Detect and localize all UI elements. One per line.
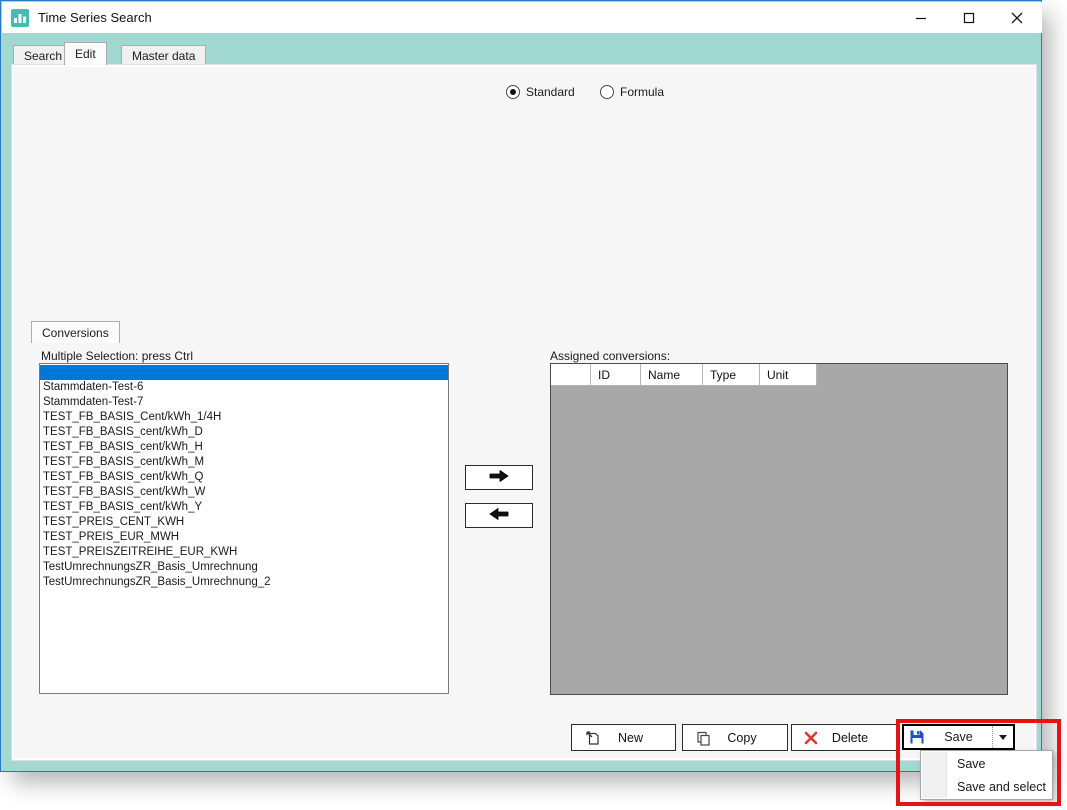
list-item[interactable]: TEST_FB_BASIS_cent/kWh_Q — [40, 470, 448, 485]
tab-edit[interactable]: Edit — [64, 42, 107, 65]
tab-edit-label: Edit — [75, 47, 96, 61]
assigned-conversions-grid[interactable]: ID Name Type Unit — [550, 363, 1008, 695]
copy-icon — [695, 730, 711, 746]
caret-down-icon — [999, 735, 1007, 740]
radio-standard-icon — [506, 85, 520, 99]
arrow-left-icon — [488, 507, 510, 524]
window-title: Time Series Search — [38, 10, 152, 25]
list-item[interactable]: TEST_PREIS_CENT_KWH — [40, 515, 448, 530]
new-document-icon — [584, 730, 600, 746]
list-item[interactable]: TEST_FB_BASIS_Cent/kWh_1/4H — [40, 410, 448, 425]
grid-header-type[interactable]: Type — [703, 364, 760, 386]
minimize-icon[interactable] — [910, 7, 932, 29]
list-item[interactable]: TEST_FB_BASIS_cent/kWh_D — [40, 425, 448, 440]
list-item[interactable]: TEST_FB_BASIS_cent/kWh_Y — [40, 500, 448, 515]
grid-header-row: ID Name Type Unit — [551, 364, 1007, 386]
save-floppy-icon — [909, 729, 925, 745]
save-dropdown-menu: Save Save and select — [920, 750, 1053, 800]
radio-formula-icon — [600, 85, 614, 99]
delete-x-icon — [804, 731, 818, 745]
delete-button[interactable]: Delete — [791, 724, 897, 751]
assigned-conversions-label: Assigned conversions: — [550, 349, 670, 363]
save-button-label: Save — [925, 730, 992, 744]
maximize-icon[interactable] — [958, 7, 980, 29]
list-item[interactable]: Stammdaten-Test-6 — [40, 380, 448, 395]
list-item[interactable]: TEST_FB_BASIS_cent/kWh_H — [40, 440, 448, 455]
list-item[interactable]: TEST_FB_BASIS_cent/kWh_W — [40, 485, 448, 500]
delete-button-label: Delete — [818, 731, 882, 745]
new-button-label: New — [600, 731, 661, 745]
grid-header-rowselector[interactable] — [551, 364, 591, 386]
list-item[interactable]: TestUmrechnungsZR_Basis_Umrechnung_2 — [40, 575, 448, 590]
grid-header-name[interactable]: Name — [641, 364, 703, 386]
multiple-selection-hint: Multiple Selection: press Ctrl — [41, 349, 193, 363]
list-item[interactable]: Stammdaten-Test-7 — [40, 395, 448, 410]
tab-search-label: Search — [24, 49, 62, 63]
app-icon — [11, 9, 29, 27]
titlebar: Time Series Search — [2, 2, 1042, 33]
arrow-right-icon — [488, 469, 510, 486]
save-split-button[interactable]: Save — [902, 724, 1015, 750]
menu-item-save-and-select[interactable]: Save and select — [957, 777, 1046, 798]
grid-header-id[interactable]: ID — [591, 364, 641, 386]
radio-formula[interactable]: Formula — [595, 85, 669, 99]
window-controls — [910, 2, 1028, 33]
menu-icon-gutter — [922, 752, 947, 798]
list-item[interactable]: TEST_FB_BASIS_cent/kWh_M — [40, 455, 448, 470]
list-item[interactable]: TestUmrechnungsZR_Basis_Umrechnung — [40, 560, 448, 575]
copy-button-label: Copy — [711, 731, 773, 745]
grid-header-unit[interactable]: Unit — [760, 364, 817, 386]
list-item[interactable] — [40, 365, 448, 380]
app-window: Time Series Search Search Edit Master da… — [0, 0, 1042, 772]
radio-formula-label: Formula — [620, 85, 664, 99]
assign-right-button[interactable] — [465, 465, 533, 490]
menu-item-save[interactable]: Save — [957, 754, 986, 775]
close-icon[interactable] — [1006, 7, 1028, 29]
tab-master-data[interactable]: Master data — [121, 45, 206, 65]
radio-standard-label: Standard — [526, 85, 575, 99]
copy-button[interactable]: Copy — [682, 724, 788, 751]
new-button[interactable]: New — [571, 724, 676, 751]
list-item[interactable]: TEST_PREIS_EUR_MWH — [40, 530, 448, 545]
list-item[interactable]: TEST_PREISZEITREIHE_EUR_KWH — [40, 545, 448, 560]
tab-conversions[interactable]: Conversions — [31, 321, 120, 343]
available-conversions-listbox[interactable]: Stammdaten-Test-6 Stammdaten-Test-7 TEST… — [39, 363, 449, 694]
screenshot-canvas: Time Series Search Search Edit Master da… — [0, 0, 1067, 810]
unassign-left-button[interactable] — [465, 503, 533, 528]
tab-conversions-label: Conversions — [42, 326, 109, 340]
radio-standard[interactable]: Standard — [501, 85, 580, 99]
save-dropdown-toggle[interactable] — [992, 726, 1013, 748]
tab-master-data-label: Master data — [132, 49, 195, 63]
